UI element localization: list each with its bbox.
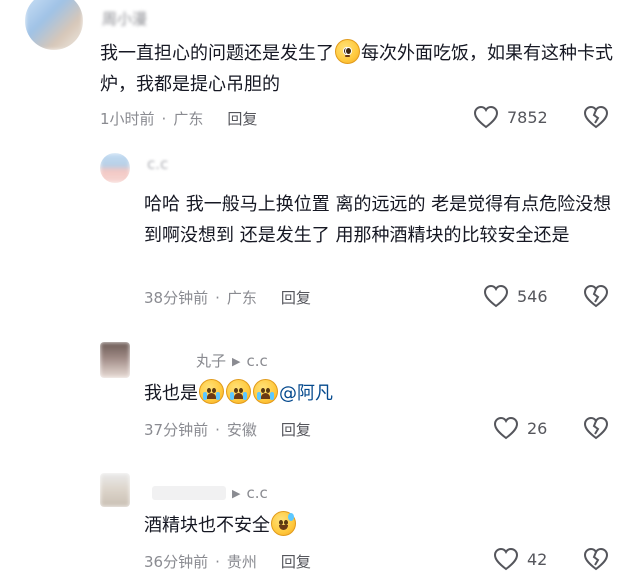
comment-text-part: 我也是 (144, 383, 198, 404)
comment-time: 36分钟前 (144, 553, 209, 571)
comment-location: 贵州 (226, 553, 257, 571)
like-count: 546 (517, 286, 548, 306)
comment-3: 丸子 ▶ c.c 我也是 @阿凡 37分钟前 · 安徽 回复 26 (0, 330, 640, 460)
separator-dot: · (215, 289, 220, 307)
avatar[interactable] (100, 153, 130, 183)
reply-to-user[interactable]: c.c (246, 352, 267, 370)
comment-username: ▶ c.c (152, 484, 268, 502)
comment-text-part: 我一直担心的问题还是发生了 (100, 43, 334, 64)
avatar[interactable] (25, 0, 83, 50)
play-triangle-icon: ▶ (232, 487, 241, 500)
heart-outline-icon (493, 416, 519, 440)
like-count: 7852 (507, 107, 548, 127)
like-count: 42 (527, 549, 548, 569)
grinning-sweat-emoji-icon (271, 511, 296, 536)
crying-face-emoji-icon (199, 379, 224, 404)
reply-button[interactable]: 回复 (281, 421, 311, 439)
crying-face-emoji-icon (226, 379, 251, 404)
comment-username: 丸子 ▶ c.c (196, 350, 268, 371)
comment-2: c.c 哈哈 我一般马上换位置 离的远远的 老是觉得有点危险没想到啊没想到 还是… (0, 150, 640, 330)
comment-location: 广东 (173, 110, 204, 128)
comment-location: 安徽 (226, 421, 257, 439)
reply-button[interactable]: 回复 (281, 289, 311, 307)
reply-author-redacted[interactable] (152, 486, 226, 500)
comment-username[interactable]: 周小漫 (102, 8, 147, 29)
comment-time: 37分钟前 (144, 421, 209, 439)
heart-outline-icon (483, 284, 509, 308)
broken-heart-icon[interactable] (583, 547, 609, 571)
reply-to-user[interactable]: c.c (246, 484, 267, 502)
like-button[interactable]: 7852 (473, 105, 548, 129)
crying-face-emoji-icon (253, 379, 278, 404)
play-triangle-icon: ▶ (232, 355, 241, 368)
broken-heart-icon[interactable] (583, 105, 609, 129)
mention-link[interactable]: @阿凡 (279, 383, 333, 404)
comment-meta: 36分钟前 · 贵州 回复 (144, 551, 311, 572)
reply-button[interactable]: 回复 (227, 110, 257, 128)
pleading-face-emoji-icon (335, 39, 360, 64)
comment-time: 1小时前 (100, 110, 155, 128)
comment-text: 哈哈 我一般马上换位置 离的远远的 老是觉得有点危险没想到啊没想到 还是发生了 … (144, 194, 612, 246)
avatar[interactable] (100, 473, 130, 507)
comment-text: 酒精块也不安全 (144, 510, 624, 541)
comment-4: ▶ c.c 酒精块也不安全 36分钟前 · 贵州 回复 42 (0, 465, 640, 580)
reply-author[interactable]: 丸子 (196, 352, 226, 370)
comment-meta: 38分钟前 · 广东 回复 (144, 287, 311, 308)
comment-meta: 37分钟前 · 安徽 回复 (144, 419, 311, 440)
separator-dot: · (215, 553, 220, 571)
broken-heart-icon[interactable] (583, 416, 609, 440)
like-button[interactable]: 546 (483, 284, 548, 308)
comment-1: 周小漫 我一直担心的问题还是发生了 每次外面吃饭，如果有这种卡式炉，我都是提心吊胆… (0, 0, 640, 150)
broken-heart-icon[interactable] (583, 284, 609, 308)
comment-time: 38分钟前 (144, 289, 209, 307)
like-button[interactable]: 42 (493, 547, 547, 571)
heart-outline-icon (493, 547, 519, 571)
comment-text: 我一直担心的问题还是发生了 每次外面吃饭，如果有这种卡式炉，我都是提心吊胆的 (100, 38, 620, 100)
comment-text-part: 酒精块也不安全 (144, 515, 270, 536)
comment-location: 广东 (226, 289, 257, 307)
comment-username[interactable]: c.c (147, 155, 168, 173)
avatar[interactable] (100, 342, 130, 378)
reply-button[interactable]: 回复 (281, 553, 311, 571)
like-count: 26 (527, 418, 548, 438)
separator-dot: · (161, 110, 167, 128)
heart-outline-icon (473, 105, 499, 129)
separator-dot: · (215, 421, 220, 439)
comment-meta: 1小时前 · 广东 回复 (100, 108, 257, 129)
comment-text: 我也是 @阿凡 (144, 378, 624, 409)
like-button[interactable]: 26 (493, 416, 547, 440)
